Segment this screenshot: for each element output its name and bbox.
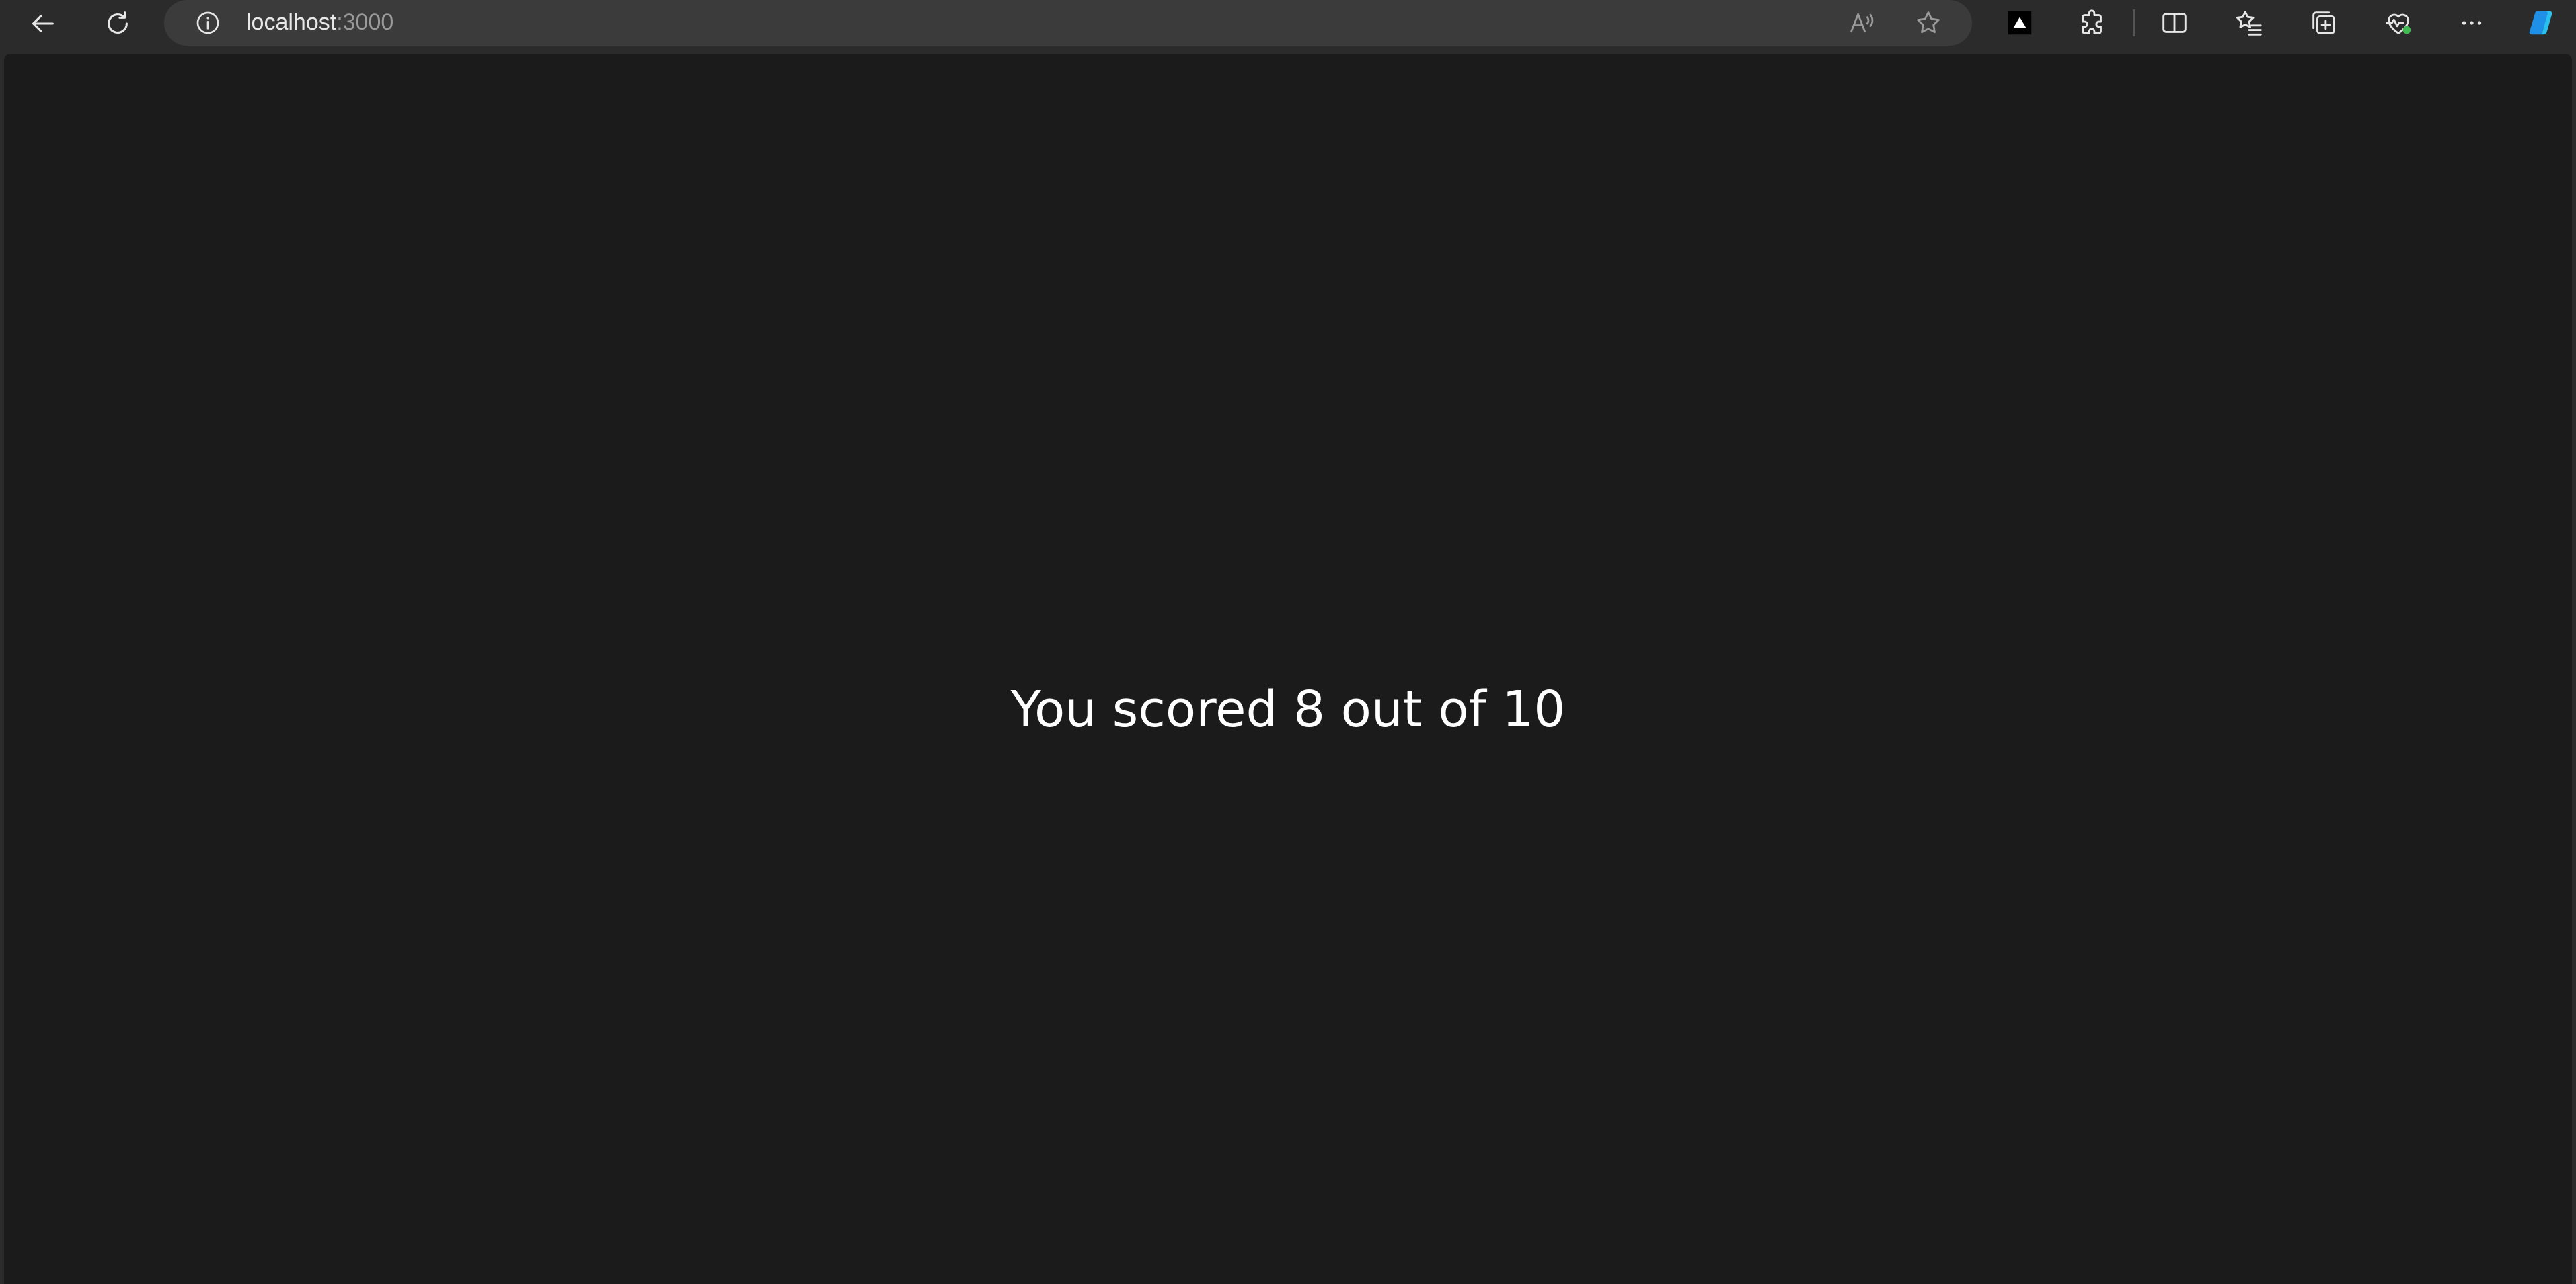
page-viewport: You scored 8 out of 10 bbox=[4, 54, 2572, 1284]
refresh-button[interactable] bbox=[94, 3, 141, 44]
toolbar-divider bbox=[2133, 9, 2135, 36]
more-options-icon bbox=[2462, 21, 2482, 25]
favorite-star-icon bbox=[1917, 11, 1940, 34]
collections-icon bbox=[2312, 11, 2335, 34]
back-icon bbox=[32, 14, 54, 33]
score-message: You scored 8 out of 10 bbox=[1010, 681, 1566, 739]
read-aloud-button[interactable] bbox=[1846, 6, 1879, 40]
extension-vercel-icon bbox=[2008, 11, 2032, 35]
browser-toolbar: localhost:3000 bbox=[0, 0, 2576, 52]
read-aloud-icon bbox=[1850, 13, 1874, 33]
more-options-button[interactable] bbox=[2452, 5, 2492, 40]
back-button[interactable] bbox=[19, 3, 66, 44]
address-bar[interactable]: localhost:3000 bbox=[164, 0, 1972, 46]
site-info-icon bbox=[196, 11, 219, 34]
add-favorite-button[interactable] bbox=[1911, 6, 1945, 40]
url-text[interactable]: localhost:3000 bbox=[246, 0, 393, 46]
split-screen-button[interactable] bbox=[2154, 5, 2195, 40]
favorites-button[interactable] bbox=[2229, 5, 2269, 40]
browser-essentials-icon bbox=[2386, 13, 2411, 34]
favorites-list-icon bbox=[2236, 11, 2262, 36]
refresh-icon bbox=[108, 11, 128, 34]
copilot-icon bbox=[2529, 11, 2552, 35]
url-port: :3000 bbox=[336, 9, 394, 35]
split-screen-icon bbox=[2162, 13, 2187, 33]
site-info-button[interactable] bbox=[191, 6, 225, 40]
url-host: localhost bbox=[246, 9, 337, 35]
browser-essentials-button[interactable] bbox=[2378, 5, 2419, 40]
extensions-button[interactable] bbox=[2073, 5, 2113, 40]
extensions-puzzle-icon bbox=[2082, 9, 2102, 34]
extension-vercel-button[interactable] bbox=[2000, 5, 2040, 40]
collections-button[interactable] bbox=[2304, 5, 2344, 40]
copilot-button[interactable] bbox=[2521, 5, 2561, 40]
